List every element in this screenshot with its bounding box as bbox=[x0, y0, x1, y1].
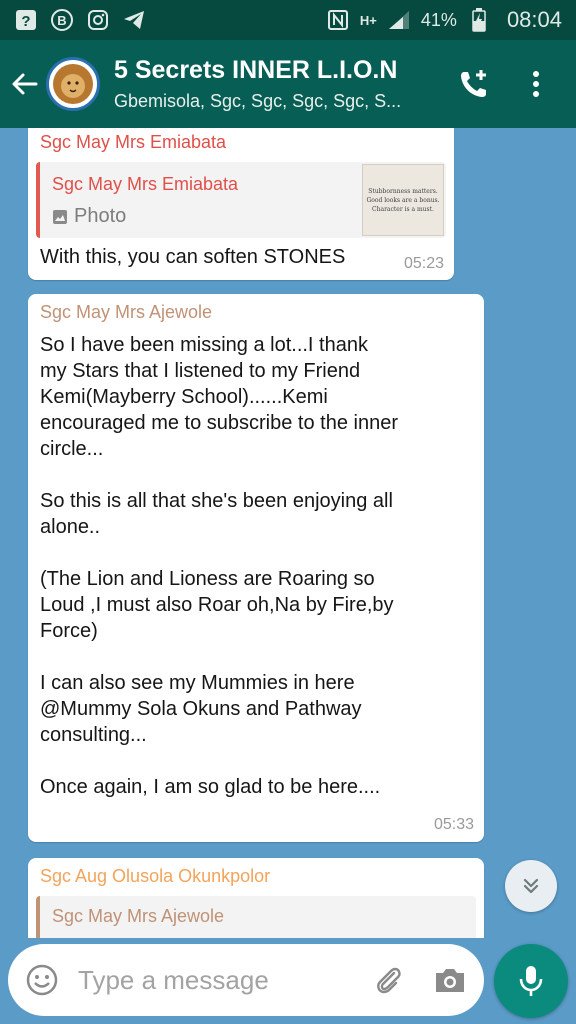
microphone-icon bbox=[519, 966, 543, 996]
quoted-type-label: Photo bbox=[74, 205, 127, 227]
thumbnail-text: Stubbornness matters. bbox=[368, 187, 438, 195]
emoji-icon[interactable] bbox=[22, 960, 62, 1000]
thumbnail-text: Character is a must. bbox=[372, 205, 434, 213]
message-sender: Sgc Aug Olusola Okunkpolor bbox=[40, 866, 271, 886]
svg-text:B: B bbox=[57, 13, 66, 28]
notification-icons: ? B bbox=[14, 8, 146, 32]
lion-icon bbox=[53, 64, 93, 104]
battery-charging-icon bbox=[467, 8, 491, 32]
chat-messages[interactable]: Sgc May Mrs Emiabata Sgc May Mrs Emiabat… bbox=[0, 128, 576, 938]
nfc-icon bbox=[326, 8, 350, 32]
thumbnail-text: Good looks are a bonus. bbox=[366, 196, 440, 204]
photo-thumbnail[interactable]: Stubbornness matters. Good looks are a b… bbox=[362, 164, 444, 236]
message-bubble[interactable]: Sgc May Mrs Emiabata Sgc May Mrs Emiabat… bbox=[28, 128, 454, 280]
attach-icon[interactable] bbox=[368, 960, 408, 1000]
message-input[interactable] bbox=[78, 964, 348, 996]
chat-members: Gbemisola, Sgc, Sgc, Sgc, Sgc, S... bbox=[114, 91, 402, 111]
group-avatar[interactable] bbox=[46, 57, 100, 111]
message-sender: Sgc May Mrs Emiabata bbox=[40, 132, 227, 152]
telegram-icon bbox=[122, 8, 146, 32]
system-indicators: H+ 41% 08:04 bbox=[326, 7, 562, 33]
status-bar: ? B H+ 41% 08:04 bbox=[0, 0, 576, 40]
double-chevron-down-icon bbox=[523, 878, 539, 894]
chat-title: 5 Secrets INNER L.I.O.N bbox=[114, 56, 398, 84]
message-text: So I have been missing a lot...I thank m… bbox=[40, 334, 398, 798]
message-bubble[interactable]: Sgc May Mrs Ajewole So I have been missi… bbox=[28, 294, 484, 842]
quoted-message[interactable]: Sgc May Mrs Emiabata Photo Stubbornness … bbox=[36, 162, 446, 238]
help-icon: ? bbox=[14, 8, 38, 32]
chat-info[interactable]: 5 Secrets INNER L.I.O.N Gbemisola, Sgc, … bbox=[114, 56, 434, 112]
add-call-icon[interactable] bbox=[456, 66, 492, 102]
signal-icon bbox=[387, 8, 411, 32]
clock: 08:04 bbox=[506, 7, 562, 32]
quoted-message[interactable]: Sgc May Mrs Ajewole bbox=[36, 896, 476, 938]
instagram-icon bbox=[86, 8, 110, 32]
photo-icon bbox=[53, 209, 67, 224]
message-time: 05:33 bbox=[433, 816, 474, 833]
quoted-sender: Sgc May Mrs Ajewole bbox=[52, 906, 225, 926]
message-sender: Sgc May Mrs Ajewole bbox=[40, 302, 213, 322]
message-text: With this, you can soften STONES bbox=[40, 246, 346, 268]
voice-message-button[interactable] bbox=[494, 944, 568, 1018]
camera-icon[interactable] bbox=[430, 960, 470, 1000]
message-bubble[interactable]: Sgc Aug Olusola Okunkpolor Sgc May Mrs A… bbox=[28, 858, 484, 938]
back-arrow-icon[interactable] bbox=[2, 40, 46, 128]
message-time: 05:23 bbox=[403, 255, 444, 272]
more-options-icon[interactable] bbox=[518, 66, 554, 102]
battery-level: 41% bbox=[420, 9, 457, 30]
chat-header: 5 Secrets INNER L.I.O.N Gbemisola, Sgc, … bbox=[0, 40, 576, 128]
network-type: H+ bbox=[359, 12, 377, 28]
svg-text:?: ? bbox=[21, 13, 30, 30]
messenger-icon: B bbox=[50, 8, 74, 32]
message-composer bbox=[8, 944, 484, 1016]
scroll-to-bottom-button[interactable] bbox=[505, 860, 557, 912]
